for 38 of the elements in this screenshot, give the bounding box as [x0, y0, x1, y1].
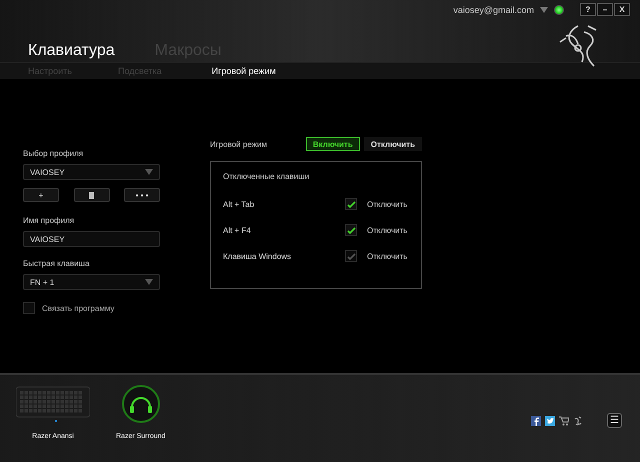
key-name: Клавиша Windows	[223, 252, 292, 260]
toggle-button[interactable]: Включить	[306, 137, 360, 151]
checkbox[interactable]	[23, 302, 35, 314]
delete-button[interactable]	[74, 188, 110, 202]
game-mode-label: Игровой режим	[210, 140, 268, 148]
window-button[interactable]: –	[597, 3, 613, 16]
cart-icon[interactable]	[559, 416, 569, 426]
toggle-button[interactable]: Отключить	[364, 137, 422, 151]
checkbox-label: Отключить	[367, 200, 408, 208]
twitter-icon[interactable]	[545, 416, 555, 426]
checkbox-label: Отключить	[367, 252, 408, 260]
profile-button[interactable]: • • •	[124, 188, 160, 202]
tab[interactable]: Клавиатура	[28, 42, 115, 60]
hotkey-dropdown[interactable]: FN + 1	[23, 274, 160, 290]
menu-button[interactable]: ☰	[607, 413, 622, 428]
field-label: Выбор профиля	[23, 149, 84, 158]
key-name: Alt + F4	[223, 226, 252, 234]
checkbox-label: Отключить	[367, 226, 408, 234]
facebook-icon[interactable]	[531, 416, 541, 426]
profile-name-input[interactable]: VAIOSEY	[23, 231, 160, 247]
checkbox-label: Связать программу	[42, 304, 114, 312]
profile-dropdown[interactable]: VAIOSEY	[23, 164, 160, 180]
dropdown-caret-icon	[145, 168, 153, 176]
profile-button[interactable]: +	[23, 188, 59, 202]
dropdown-caret-icon[interactable]	[540, 6, 548, 14]
subtab[interactable]: Игровой режим	[212, 66, 276, 76]
checkbox[interactable]	[345, 198, 357, 210]
field-label: Имя профиля	[23, 216, 76, 225]
key-name: Alt + Tab	[223, 200, 256, 208]
checkbox[interactable]	[345, 224, 357, 236]
window-button[interactable]: ?	[580, 3, 596, 16]
account-email[interactable]: vaiosey@gmail.com	[453, 4, 534, 14]
panel-title: Отключенные клавиши	[223, 172, 310, 181]
headset-icon[interactable]	[122, 385, 160, 423]
trash-icon	[89, 192, 94, 198]
field-label: Быстрая клавиша	[23, 259, 90, 268]
window-button[interactable]: X	[614, 3, 630, 16]
dropdown-caret-icon	[145, 278, 153, 286]
